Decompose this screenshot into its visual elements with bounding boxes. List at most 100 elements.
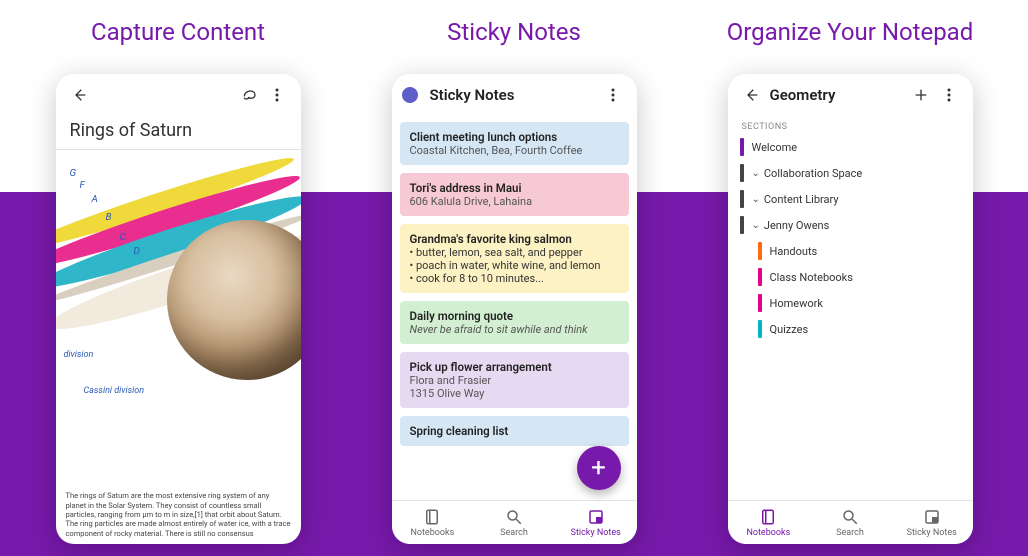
note-sub: Never be afraid to sit awhile and think [410,323,619,336]
panel-capture: Capture Content Rings of Saturn [21,0,336,544]
chevron-down-icon: ⌄ [752,194,760,205]
section-color [758,242,762,260]
nav-sticky-notes[interactable]: Sticky Notes [891,501,973,544]
sticky-note[interactable]: Pick up flower arrangementFlora and Fras… [400,352,629,408]
nav-sticky-notes[interactable]: Sticky Notes [555,501,637,544]
more-icon[interactable] [935,81,963,109]
section-label: Content Library [764,193,839,206]
sticky-note[interactable]: Spring cleaning list [400,416,629,446]
note-head: Daily morning quote [410,309,619,323]
annotation-division: division [64,350,94,360]
nav-label: Sticky Notes [571,528,621,538]
subsection-item[interactable]: Class Notebooks [728,264,973,290]
note-bullet: poach in water, white wine, and lemon [410,259,619,272]
notebooks-icon [423,508,441,528]
ring-label-g: G [70,168,77,179]
note-head: Client meeting lunch options [410,130,619,144]
section-color [740,216,744,234]
search-icon [841,508,859,528]
annotation-cassini: Cassini division [84,386,145,396]
back-icon[interactable] [738,81,766,109]
appbar: Geometry [728,74,973,116]
section-item[interactable]: ⌄ Collaboration Space [728,160,973,186]
sticky-note[interactable]: Daily morning quoteNever be afraid to si… [400,301,629,344]
lasso-icon[interactable] [235,81,263,109]
section-label: Handouts [770,245,818,258]
note-bullet: cook for 8 to 10 minutes... [410,272,619,285]
appbar [56,74,301,116]
sticky-note[interactable]: Client meeting lunch optionsCoastal Kitc… [400,122,629,165]
ring-label-f: F [80,180,85,191]
add-icon[interactable] [907,81,935,109]
saturn-illustration: G F A B C D division Cassini division Th… [56,150,301,544]
ring-label-d: D [134,246,140,257]
nav-notebooks[interactable]: Notebooks [392,501,474,544]
phone-capture: Rings of Saturn G F A B C D division Cas [56,74,301,544]
section-label: Welcome [752,141,798,154]
section-label: Class Notebooks [770,271,853,284]
nav-label: Sticky Notes [907,528,957,538]
ring-label-b: B [106,212,112,223]
sticky-notes-icon [587,508,605,528]
section-color [758,320,762,338]
note-sub: 606 Kalula Drive, Lahaina [410,195,619,208]
section-color [758,294,762,312]
section-item[interactable]: ⌄ Jenny Owens [728,212,973,238]
ring-label-a: A [92,194,98,205]
subsection-item[interactable]: Quizzes [728,316,973,342]
nav-notebooks[interactable]: Notebooks [728,501,810,544]
sticky-note[interactable]: Grandma's favorite king salmonbutter, le… [400,224,629,293]
section-item[interactable]: ⌄ Content Library [728,186,973,212]
chevron-down-icon: ⌄ [752,220,760,231]
section-color [740,164,744,182]
note-head: Grandma's favorite king salmon [410,232,619,246]
appbar-title: Geometry [770,86,836,104]
section-color [740,190,744,208]
subsection-item[interactable]: Homework [728,290,973,316]
section-item[interactable]: Welcome [728,134,973,160]
back-icon[interactable] [66,81,94,109]
section-label: Homework [770,297,823,310]
bottom-nav: Notebooks Search Sticky Notes [728,500,973,544]
more-icon[interactable] [599,81,627,109]
note-head: Tori's address in Maui [410,181,619,195]
panel-organize: Organize Your Notepad Geometry SECTIONS … [693,0,1008,544]
ring-label-c: C [120,232,126,243]
search-icon [505,508,523,528]
section-color [758,268,762,286]
note-sub: Flora and Frasier1315 Olive Way [410,374,619,400]
note-head: Pick up flower arrangement [410,360,619,374]
section-color [740,138,744,156]
note-bullets: butter, lemon, sea salt, and pepperpoach… [410,246,619,285]
sections-header: SECTIONS [728,116,973,134]
nav-search[interactable]: Search [473,501,555,544]
nav-label: Search [836,528,864,538]
note-body-text: The rings of Saturn are the most extensi… [66,491,291,538]
appbar-title: Sticky Notes [430,86,515,104]
panel-title: Sticky Notes [447,18,581,46]
sections-list: Welcome ⌄ Collaboration Space ⌄ Content Libr… [728,134,973,500]
nav-label: Notebooks [410,528,454,538]
nav-search[interactable]: Search [809,501,891,544]
chevron-down-icon: ⌄ [752,168,760,179]
note-sub: Coastal Kitchen, Bea, Fourth Coffee [410,144,619,157]
note-title: Rings of Saturn [70,120,287,141]
panel-title: Organize Your Notepad [727,18,974,46]
section-label: Quizzes [770,323,809,336]
subsection-item[interactable]: Handouts [728,238,973,264]
note-bullet: butter, lemon, sea salt, and pepper [410,246,619,259]
avatar[interactable] [402,87,418,103]
phone-sticky: Sticky Notes Client meeting lunch option… [392,74,637,544]
sticky-list: Client meeting lunch optionsCoastal Kitc… [392,116,637,500]
panel-title: Capture Content [91,18,265,46]
section-label: Jenny Owens [764,219,829,232]
nav-label: Notebooks [746,528,790,538]
sticky-note[interactable]: Tori's address in Maui606 Kalula Drive, … [400,173,629,216]
note-head: Spring cleaning list [410,424,619,438]
section-label: Collaboration Space [764,167,862,180]
appbar: Sticky Notes [392,74,637,116]
phone-organize: Geometry SECTIONS Welcome ⌄ Collaboration … [728,74,973,544]
more-icon[interactable] [263,81,291,109]
nav-label: Search [500,528,528,538]
add-note-fab[interactable]: + [577,446,621,490]
